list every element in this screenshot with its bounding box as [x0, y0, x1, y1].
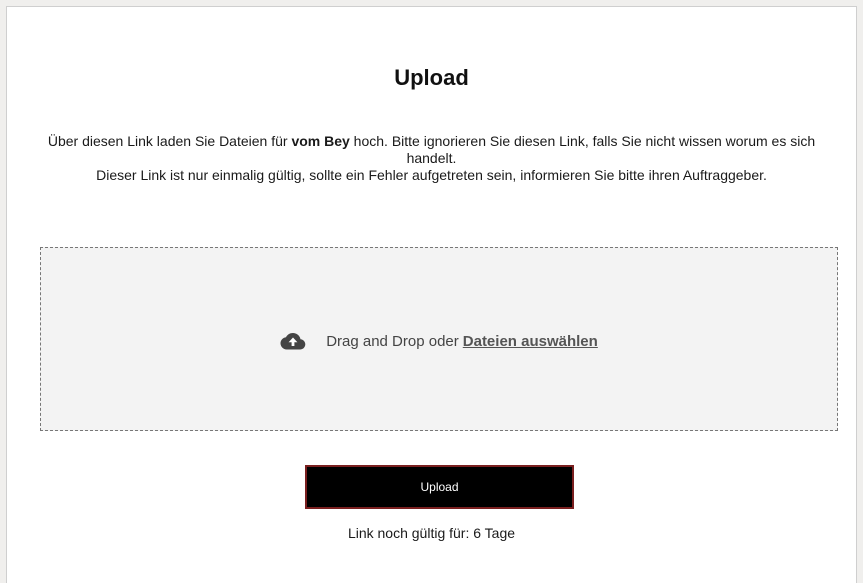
- dropzone-label: Drag and Drop oder: [326, 332, 459, 350]
- description-text-start: Über diesen Link laden Sie Dateien für: [47, 133, 292, 149]
- description-paragraph-1: Über diesen Link laden Sie Dateien für v…: [27, 133, 836, 167]
- description-paragraph-2: Dieser Link ist nur einmalig gültig, sol…: [96, 167, 767, 183]
- dropzone-content: Drag and Drop oder Dateien auswählen: [41, 332, 837, 350]
- upload-panel: Upload Über diesen Link laden Sie Dateie…: [6, 6, 857, 583]
- page-title: Upload: [394, 65, 469, 90]
- link-validity-text: Link noch gültig für: 6 Tage: [347, 525, 516, 541]
- file-dropzone[interactable]: Drag and Drop oder Dateien auswählen: [40, 247, 838, 431]
- recipient-name: vom Bey: [291, 133, 350, 149]
- description-text-end: hoch. Bitte ignorieren Sie diesen Link, …: [349, 133, 816, 166]
- upload-button[interactable]: Upload: [305, 465, 574, 509]
- select-files-link[interactable]: Dateien auswählen: [463, 333, 598, 350]
- cloud-upload-icon: [280, 333, 306, 350]
- upload-description: Über diesen Link laden Sie Dateien für v…: [27, 133, 836, 184]
